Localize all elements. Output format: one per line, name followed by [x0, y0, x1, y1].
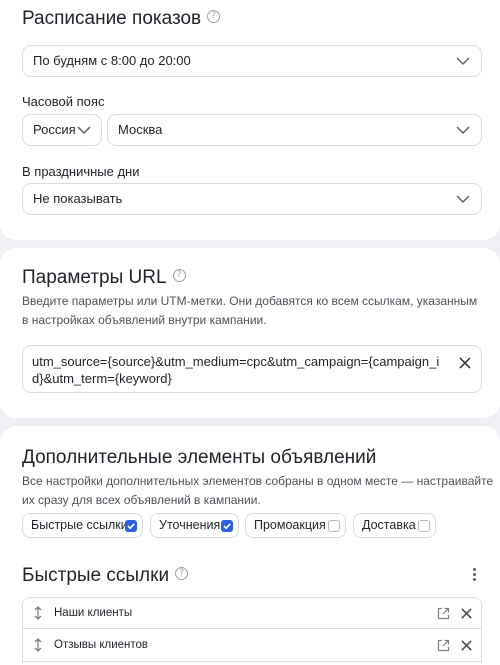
- country-select[interactable]: Россия: [22, 114, 102, 146]
- schedule-select-value: По будням с 8:00 до 20:00: [33, 53, 191, 68]
- url-params-value: utm_source={source}&utm_medium=cpc&utm_c…: [32, 354, 440, 386]
- city-select-value: Москва: [118, 122, 163, 137]
- url-params-heading: Параметры URL?: [22, 267, 186, 289]
- chip-refinements[interactable]: Уточнения: [150, 513, 239, 538]
- holidays-label: В праздничные дни: [22, 164, 140, 179]
- chevron-down-icon: [456, 57, 470, 66]
- clear-icon[interactable]: [458, 356, 472, 370]
- chevron-down-icon: [456, 126, 470, 135]
- more-options-icon[interactable]: [473, 568, 477, 582]
- schedule-select[interactable]: По будням с 8:00 до 20:00: [22, 45, 482, 77]
- city-select[interactable]: Москва: [107, 114, 482, 146]
- holidays-select[interactable]: Не показывать: [22, 183, 482, 215]
- checkbox-unchecked-icon[interactable]: [418, 520, 430, 532]
- extras-desc-line: Все настройки дополнительных элементов с…: [22, 474, 494, 488]
- schedule-title: Расписание показов: [22, 8, 202, 29]
- url-params-title: Параметры URL: [22, 267, 167, 288]
- timezone-label: Часовой пояс: [22, 94, 105, 109]
- chip-label: Уточнения: [159, 518, 221, 532]
- chip-delivery[interactable]: Доставка: [353, 513, 436, 538]
- country-select-value: Россия: [33, 122, 76, 137]
- extras-title: Дополнительные элементы объявлений: [22, 447, 377, 468]
- chip-label: Доставка: [362, 518, 416, 532]
- extras-desc-line: их сразу для всех объявлений в кампании.: [22, 493, 261, 507]
- holidays-select-value: Не показывать: [33, 191, 123, 206]
- quick-links-title: Быстрые ссылки: [22, 565, 170, 586]
- help-icon[interactable]: ?: [207, 10, 221, 24]
- quick-links-heading: Быстрые ссылки?: [22, 565, 189, 587]
- external-link-icon[interactable]: [437, 639, 450, 652]
- chip-label: Быстрые ссылки: [31, 518, 128, 532]
- checkbox-checked-icon[interactable]: [221, 520, 233, 532]
- chip-quick-links[interactable]: Быстрые ссылки: [22, 513, 143, 538]
- url-params-description: Введите параметры или UTM-метки. Они доб…: [22, 292, 477, 330]
- checkbox-checked-icon[interactable]: [125, 520, 137, 532]
- chevron-down-icon: [456, 195, 470, 204]
- chip-promo[interactable]: Промоакция: [245, 513, 346, 538]
- quick-link-row[interactable]: Наши клиенты: [22, 597, 482, 629]
- help-icon[interactable]: ?: [175, 567, 189, 581]
- url-params-desc-line: Введите параметры или UTM-метки. Они доб…: [22, 294, 478, 308]
- drag-handle-icon[interactable]: [33, 606, 43, 620]
- schedule-heading: Расписание показов?: [22, 8, 221, 30]
- remove-icon[interactable]: [460, 639, 473, 652]
- external-link-icon[interactable]: [437, 607, 450, 620]
- drag-handle-icon[interactable]: [33, 638, 43, 652]
- quick-link-name: Наши клиенты: [54, 607, 133, 619]
- url-params-input[interactable]: utm_source={source}&utm_medium=cpc&utm_c…: [22, 345, 482, 393]
- checkbox-unchecked-icon[interactable]: [328, 520, 340, 532]
- chip-label: Промоакция: [254, 518, 326, 532]
- url-params-desc-line: в настройках объявлений внутри кампании.: [22, 313, 267, 327]
- quick-link-row[interactable]: Отзывы клиентов: [22, 628, 482, 662]
- extras-description: Все настройки дополнительных элементов с…: [22, 472, 493, 510]
- help-icon[interactable]: ?: [172, 269, 186, 283]
- quick-link-name: Отзывы клиентов: [54, 639, 149, 651]
- remove-icon[interactable]: [460, 607, 473, 620]
- chevron-down-icon: [77, 126, 91, 135]
